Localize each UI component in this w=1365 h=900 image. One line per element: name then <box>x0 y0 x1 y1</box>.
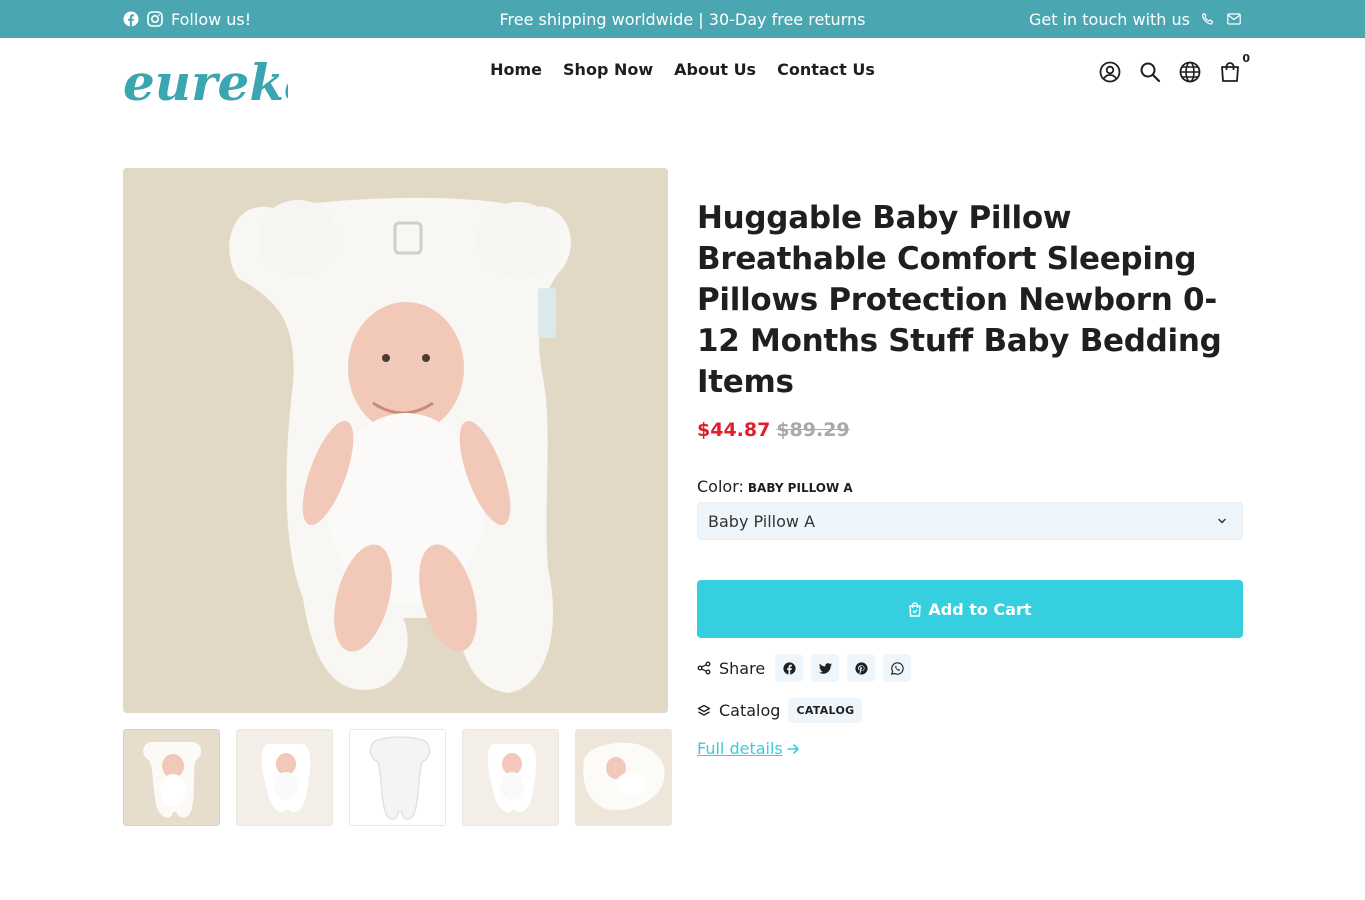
contact-text[interactable]: Get in touch with us <box>1029 10 1190 29</box>
add-to-cart-button[interactable]: Add to Cart <box>697 580 1243 638</box>
site-header: eureka! Home Shop Now About Us Contact U… <box>0 38 1365 114</box>
facebook-icon[interactable] <box>123 11 139 27</box>
shopping-bag-icon <box>909 601 922 617</box>
account-icon[interactable] <box>1098 60 1122 84</box>
pinterest-icon <box>855 661 868 675</box>
logo-text: eureka! <box>123 53 288 106</box>
color-selected-value: Baby Pillow A <box>747 481 853 495</box>
instagram-icon[interactable] <box>147 11 163 27</box>
follow-us-text: Follow us! <box>171 9 252 29</box>
product-title: Huggable Baby Pillow Breathable Comfort … <box>697 200 1222 400</box>
share-twitter-button[interactable] <box>811 654 840 682</box>
color-option-label: Color: Baby Pillow A <box>697 477 1243 496</box>
price-row: $44.87 $89.29 <box>697 419 1243 441</box>
catalog-tag[interactable]: CATALOG <box>788 698 863 723</box>
whatsapp-icon <box>890 661 904 675</box>
announcement-text: Free shipping worldwide | 30-Day free re… <box>499 9 866 29</box>
share-icon <box>697 661 711 675</box>
full-details-label: Full details <box>697 739 783 758</box>
share-facebook-button[interactable] <box>775 654 804 682</box>
cart-icon[interactable]: 0 <box>1218 52 1250 84</box>
phone-icon[interactable] <box>1200 11 1216 27</box>
thumbnail-2[interactable] <box>236 729 333 826</box>
share-label: Share <box>719 658 766 678</box>
sale-price: $44.87 <box>697 419 771 441</box>
arrow-right-icon <box>786 743 799 754</box>
nav-shop-now[interactable]: Shop Now <box>563 60 653 79</box>
twitter-icon <box>818 662 832 674</box>
thumbnail-5[interactable] <box>575 729 672 826</box>
product-main-image[interactable] <box>123 168 668 713</box>
thumbnail-4[interactable] <box>462 729 559 826</box>
search-icon[interactable] <box>1138 60 1162 84</box>
thumbnail-1[interactable] <box>123 729 220 826</box>
mail-icon[interactable] <box>1226 11 1242 27</box>
globe-icon[interactable] <box>1178 60 1202 84</box>
catalog-label: Catalog <box>719 701 781 720</box>
thumbnail-3[interactable] <box>349 729 446 826</box>
color-label: Color: <box>697 477 744 496</box>
color-select-value: Baby Pillow A <box>708 511 816 531</box>
color-select[interactable]: Baby Pillow A <box>697 502 1243 540</box>
layers-icon <box>697 704 711 716</box>
compare-price: $89.29 <box>776 419 850 441</box>
full-details-link[interactable]: Full details <box>697 739 800 758</box>
logo[interactable]: eureka! <box>123 42 338 112</box>
cart-count: 0 <box>1242 52 1250 65</box>
share-row: Share <box>697 654 1243 682</box>
nav-home[interactable]: Home <box>490 60 542 79</box>
add-to-cart-label: Add to Cart <box>928 599 1032 619</box>
share-whatsapp-button[interactable] <box>883 654 912 682</box>
thumbnail-strip <box>123 729 672 826</box>
nav-about-us[interactable]: About Us <box>674 60 756 79</box>
announcement-bar: Follow us! Free shipping worldwide | 30-… <box>0 0 1365 38</box>
chevron-down-icon <box>1218 518 1226 524</box>
nav-contact-us[interactable]: Contact Us <box>777 60 875 79</box>
facebook-icon <box>783 661 796 675</box>
product-info: Huggable Baby Pillow Breathable Comfort … <box>697 198 1243 758</box>
share-pinterest-button[interactable] <box>847 654 876 682</box>
catalog-row: Catalog CATALOG <box>697 698 1243 723</box>
